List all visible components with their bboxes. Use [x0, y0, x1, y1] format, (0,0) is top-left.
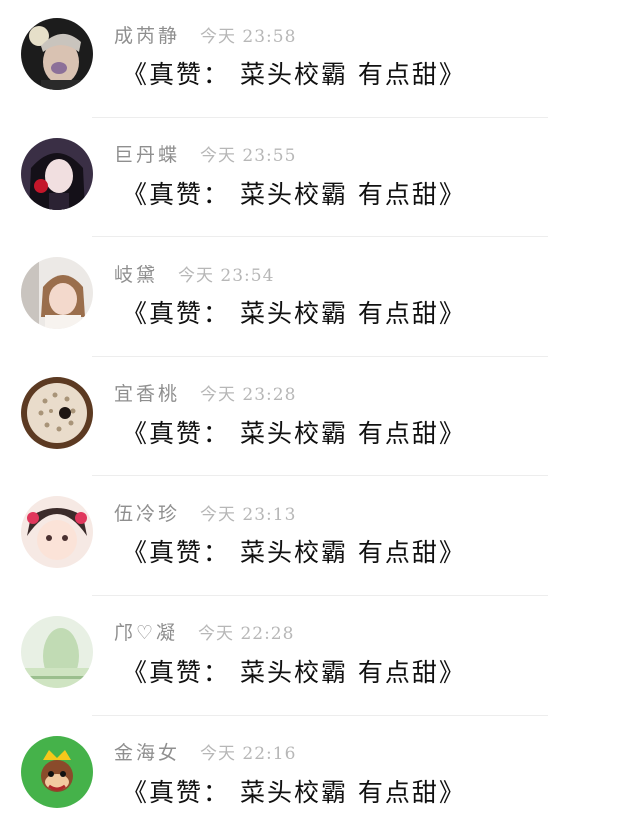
avatar[interactable] — [21, 376, 93, 449]
commenter-name[interactable]: 伍冷珍 — [114, 499, 180, 526]
comment-time: 今天 22:28 — [198, 624, 295, 645]
avatar-icon — [21, 137, 93, 210]
avatar[interactable] — [21, 137, 93, 210]
avatar-icon — [21, 257, 93, 330]
comment-time: 今天 23:28 — [200, 385, 297, 406]
comment-text: 《真赞： 菜头校霸 有点甜》 — [122, 538, 466, 568]
comment-item[interactable]: 金海女 今天 22:16 《真赞： 菜头校霸 有点甜》 — [0, 718, 640, 837]
avatar-icon — [21, 615, 93, 688]
comment-item[interactable]: 成芮静 今天 23:58 《真赞： 菜头校霸 有点甜》 — [0, 0, 640, 120]
comment-text: 《真赞： 菜头校霸 有点甜》 — [122, 299, 466, 329]
comment-text: 《真赞： 菜头校霸 有点甜》 — [122, 418, 466, 448]
comment-item[interactable]: 伍冷珍 今天 23:13 《真赞： 菜头校霸 有点甜》 — [0, 478, 640, 598]
avatar-icon — [21, 735, 93, 808]
comment-item[interactable]: 邝♡凝 今天 22:28 《真赞： 菜头校霸 有点甜》 — [0, 598, 640, 718]
commenter-name[interactable]: 宜香桃 — [114, 379, 180, 406]
comment-text: 《真赞： 菜头校霸 有点甜》 — [122, 777, 466, 807]
comment-time: 今天 23:55 — [200, 146, 297, 167]
comment-item[interactable]: 巨丹蝶 今天 23:55 《真赞： 菜头校霸 有点甜》 — [0, 120, 640, 240]
comment-time: 今天 22:16 — [200, 744, 297, 765]
comment-time: 今天 23:58 — [200, 26, 297, 47]
commenter-name[interactable]: 岐黛 — [114, 260, 158, 287]
comment-item[interactable]: 宜香桃 今天 23:28 《真赞： 菜头校霸 有点甜》 — [0, 359, 640, 479]
comment-time: 今天 23:54 — [178, 265, 275, 286]
avatar[interactable] — [21, 18, 93, 90]
avatar-icon — [21, 18, 93, 90]
comment-time: 今天 23:13 — [200, 504, 297, 525]
avatar[interactable] — [21, 496, 93, 569]
commenter-name[interactable]: 巨丹蝶 — [114, 140, 180, 167]
commenter-name[interactable]: 金海女 — [114, 738, 180, 765]
avatar[interactable] — [21, 615, 93, 688]
comment-text: 《真赞： 菜头校霸 有点甜》 — [122, 179, 466, 209]
avatar[interactable] — [21, 257, 93, 330]
comment-item[interactable]: 岐黛 今天 23:54 《真赞： 菜头校霸 有点甜》 — [0, 239, 640, 359]
comment-list: 成芮静 今天 23:58 《真赞： 菜头校霸 有点甜》 巨丹蝶 今天 23:55… — [0, 0, 640, 837]
avatar-icon — [21, 496, 93, 569]
commenter-name[interactable]: 邝♡凝 — [114, 618, 178, 645]
commenter-name[interactable]: 成芮静 — [114, 21, 180, 48]
avatar-icon — [21, 376, 93, 449]
avatar[interactable] — [21, 735, 93, 808]
comment-text: 《真赞： 菜头校霸 有点甜》 — [122, 60, 466, 89]
comment-text: 《真赞： 菜头校霸 有点甜》 — [122, 657, 466, 687]
